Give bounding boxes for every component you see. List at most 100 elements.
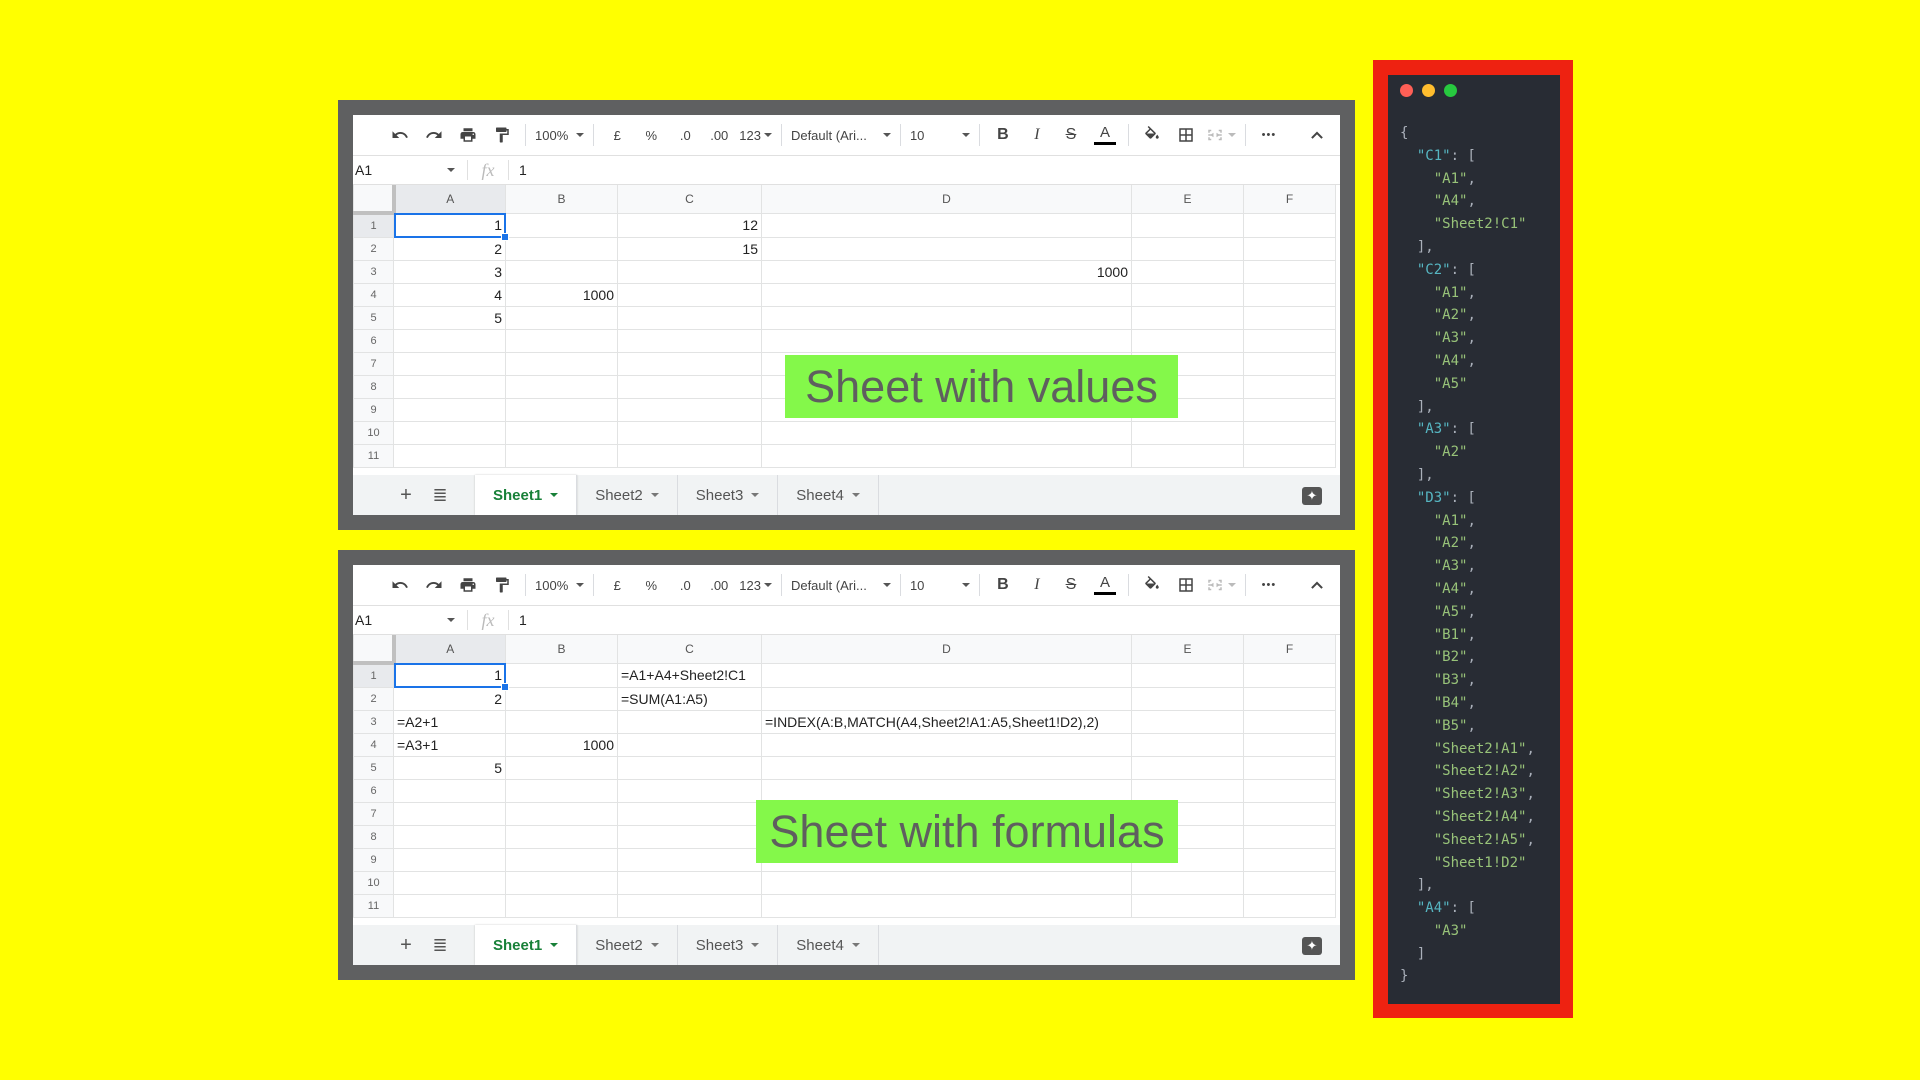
sheet-tab-sheet4[interactable]: Sheet4 <box>778 925 879 965</box>
minimize-dot-icon[interactable] <box>1422 84 1435 97</box>
cell-c2[interactable]: =SUM(A1:A5) <box>617 687 762 711</box>
cell-c11[interactable] <box>617 894 762 918</box>
cell-b4[interactable]: 1000 <box>505 733 618 757</box>
cell-e3[interactable] <box>1131 710 1244 734</box>
explore-button[interactable]: ✦ <box>1302 487 1322 505</box>
column-header-a[interactable]: A <box>393 185 506 214</box>
cell-e10[interactable] <box>1131 421 1244 445</box>
row-header[interactable]: 9 <box>353 848 394 872</box>
sheet-tab-sheet1[interactable]: Sheet1 <box>475 925 578 965</box>
name-box[interactable]: A1 <box>353 160 468 180</box>
strikethrough-button[interactable]: S <box>1054 121 1088 149</box>
cell-b8[interactable] <box>505 375 618 399</box>
cell-e11[interactable] <box>1131 444 1244 468</box>
fill-color-button[interactable] <box>1135 121 1169 149</box>
all-sheets-button[interactable]: ≣ <box>423 485 457 506</box>
cell-f10[interactable] <box>1243 871 1336 895</box>
cell-b10[interactable] <box>505 421 618 445</box>
cell-b1[interactable] <box>505 662 618 688</box>
print-button[interactable] <box>451 571 485 599</box>
cell-a3[interactable]: 3 <box>393 260 506 284</box>
cell-e1[interactable] <box>1131 212 1244 238</box>
cell-b3[interactable] <box>505 260 618 284</box>
cell-d6[interactable] <box>761 329 1132 353</box>
cell-b7[interactable] <box>505 352 618 376</box>
zoom-select[interactable]: 100% <box>532 571 587 599</box>
cell-f2[interactable] <box>1243 237 1336 261</box>
sheet-tab-sheet1[interactable]: Sheet1 <box>475 475 578 515</box>
cell-f9[interactable] <box>1243 398 1336 422</box>
sheet-tab-sheet3[interactable]: Sheet3 <box>678 475 779 515</box>
increase-decimal-button[interactable]: .00 <box>702 571 736 599</box>
formula-input[interactable]: 1 <box>509 612 527 628</box>
cell-f8[interactable] <box>1243 825 1336 849</box>
cell-a1[interactable]: 1 <box>393 662 510 691</box>
column-header-c[interactable]: C <box>617 185 762 214</box>
cell-b10[interactable] <box>505 871 618 895</box>
column-header-d[interactable]: D <box>761 635 1132 664</box>
cell-a6[interactable] <box>393 779 506 803</box>
cell-d10[interactable] <box>761 421 1132 445</box>
sheet-tab-sheet2[interactable]: Sheet2 <box>577 475 678 515</box>
text-color-button[interactable]: A <box>1088 121 1122 149</box>
close-dot-icon[interactable] <box>1400 84 1413 97</box>
cell-d2[interactable] <box>761 237 1132 261</box>
add-sheet-button[interactable]: + <box>389 484 423 507</box>
row-header[interactable]: 10 <box>353 421 394 445</box>
cell-a4[interactable]: 4 <box>393 283 506 307</box>
row-header[interactable]: 11 <box>353 444 394 468</box>
row-header[interactable]: 4 <box>353 733 394 757</box>
cell-d5[interactable] <box>761 756 1132 780</box>
font-select[interactable]: Default (Ari... <box>788 571 894 599</box>
column-header-b[interactable]: B <box>505 635 618 664</box>
percent-button[interactable]: % <box>634 571 668 599</box>
strikethrough-button[interactable]: S <box>1054 571 1088 599</box>
redo-button[interactable] <box>417 571 451 599</box>
cell-d5[interactable] <box>761 306 1132 330</box>
cell-f2[interactable] <box>1243 687 1336 711</box>
explore-button[interactable]: ✦ <box>1302 937 1322 955</box>
italic-button[interactable]: I <box>1020 571 1054 599</box>
cell-c7[interactable] <box>617 802 762 826</box>
undo-button[interactable] <box>383 571 417 599</box>
zoom-select[interactable]: 100% <box>532 121 587 149</box>
cell-b6[interactable] <box>505 329 618 353</box>
decrease-decimal-button[interactable]: .0 <box>668 571 702 599</box>
cell-a4[interactable]: =A3+1 <box>393 733 506 757</box>
cell-a3[interactable]: =A2+1 <box>393 710 506 734</box>
cell-c11[interactable] <box>617 444 762 468</box>
cell-d4[interactable] <box>761 733 1132 757</box>
row-header[interactable]: 5 <box>353 306 394 330</box>
cell-d10[interactable] <box>761 871 1132 895</box>
row-header[interactable]: 5 <box>353 756 394 780</box>
cell-b2[interactable] <box>505 687 618 711</box>
cell-a10[interactable] <box>393 871 506 895</box>
cell-c2[interactable]: 15 <box>617 237 762 261</box>
cell-d3[interactable]: 1000 <box>761 260 1132 284</box>
print-button[interactable] <box>451 121 485 149</box>
column-header-d[interactable]: D <box>761 185 1132 214</box>
currency-button[interactable]: £ <box>600 121 634 149</box>
select-all-corner[interactable] <box>353 635 396 665</box>
cell-f5[interactable] <box>1243 756 1336 780</box>
cell-c4[interactable] <box>617 283 762 307</box>
column-header-e[interactable]: E <box>1131 185 1244 214</box>
cell-c5[interactable] <box>617 306 762 330</box>
cell-b2[interactable] <box>505 237 618 261</box>
cell-f7[interactable] <box>1243 352 1336 376</box>
font-select[interactable]: Default (Ari... <box>788 121 894 149</box>
cell-b9[interactable] <box>505 848 618 872</box>
cell-f9[interactable] <box>1243 848 1336 872</box>
font-size-select[interactable]: 10 <box>907 571 973 599</box>
select-all-corner[interactable] <box>353 185 396 215</box>
borders-button[interactable] <box>1169 121 1203 149</box>
more-formats-button[interactable]: 123 <box>736 571 775 599</box>
cell-e4[interactable] <box>1131 283 1244 307</box>
collapse-toolbar-button[interactable] <box>1300 121 1334 149</box>
cell-e6[interactable] <box>1131 329 1244 353</box>
name-box[interactable]: A1 <box>353 610 468 630</box>
cell-c8[interactable] <box>617 375 762 399</box>
cell-a9[interactable] <box>393 848 506 872</box>
cell-a8[interactable] <box>393 825 506 849</box>
cell-c6[interactable] <box>617 329 762 353</box>
